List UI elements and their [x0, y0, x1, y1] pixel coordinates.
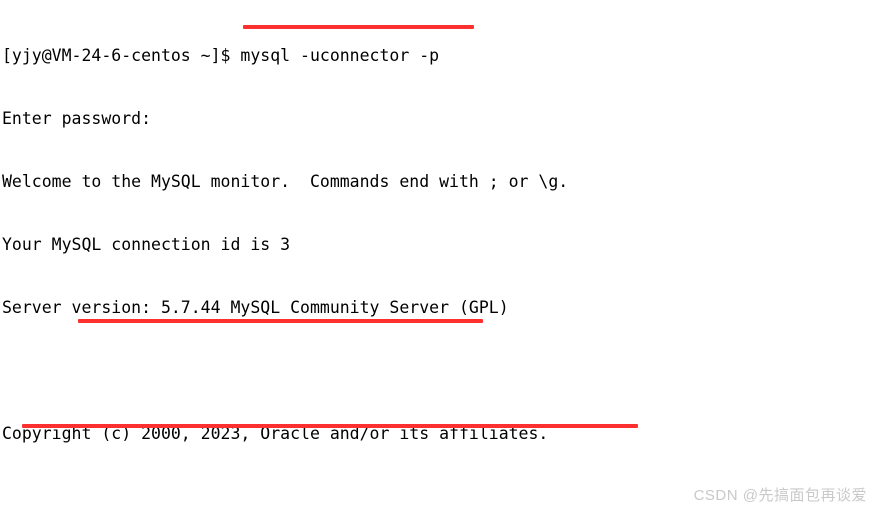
terminal-line-welcome: Welcome to the MySQL monitor. Commands e…	[2, 172, 569, 191]
underline-mysql-command	[243, 25, 474, 29]
csdn-watermark: CSDN @先搞面包再谈爱	[693, 487, 867, 504]
underline-show-grants-query	[78, 319, 483, 323]
terminal-output: [yjy@VM-24-6-centos ~]$ mysql -uconnecto…	[2, 3, 777, 516]
terminal-line-connection-id: Your MySQL connection id is 3	[2, 235, 291, 254]
underline-grant-all-privileges	[22, 424, 638, 428]
terminal-window[interactable]: [yjy@VM-24-6-centos ~]$ mysql -uconnecto…	[0, 0, 879, 516]
terminal-line-command: [yjy@VM-24-6-centos ~]$ mysql -uconnecto…	[2, 46, 440, 65]
terminal-line-server-version: Server version: 5.7.44 MySQL Community S…	[2, 298, 509, 317]
terminal-line-password-prompt: Enter password:	[2, 109, 152, 128]
